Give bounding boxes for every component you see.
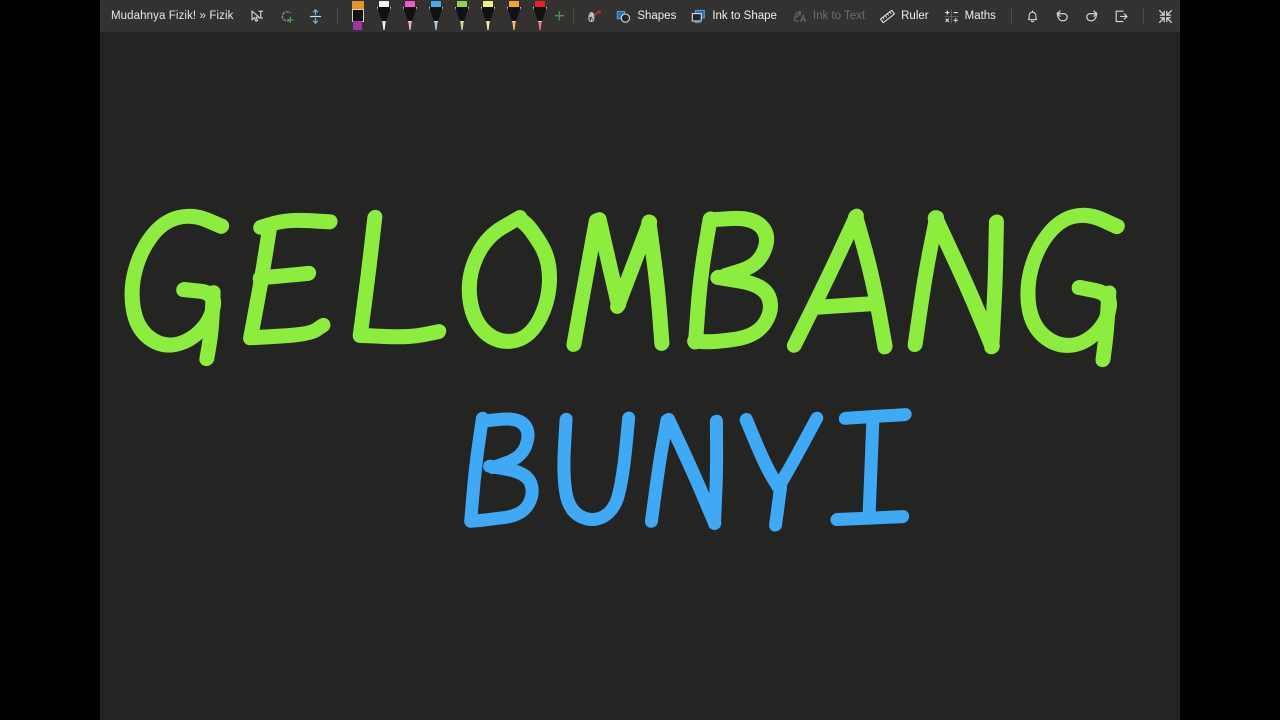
ink-segment — [464, 411, 489, 528]
pen-white[interactable] — [371, 0, 397, 32]
breadcrumb-title: Mudahnya Fizik! » Fizik — [111, 10, 234, 22]
ink-layer — [124, 207, 1125, 532]
ink-stroke-bunyi — [464, 408, 912, 532]
ink-segment — [786, 208, 864, 353]
ink-to-text-button[interactable]: Ink to Text — [785, 3, 873, 29]
ink-segment — [566, 213, 604, 352]
toolbar-separator — [337, 7, 338, 25]
pen-orange-glyph — [506, 1, 522, 31]
maths-button-label: Maths — [964, 10, 996, 22]
pen-red-glyph — [532, 1, 548, 31]
undo-arrow-icon — [1053, 7, 1071, 25]
ink-segment — [830, 510, 910, 526]
ink-segment — [811, 296, 881, 315]
ink-to-shape-icon — [690, 8, 707, 25]
shapes-icon — [615, 8, 632, 25]
collapse-arrows-icon — [1157, 8, 1174, 25]
ink-to-shape-button[interactable]: Ink to Shape — [684, 3, 785, 29]
cursor-text-select-icon — [249, 8, 266, 25]
notifications-button[interactable] — [1018, 3, 1047, 29]
pen-green[interactable] — [449, 0, 475, 32]
pen-pink-glyph — [402, 1, 418, 31]
note-canvas[interactable] — [100, 32, 1180, 720]
ink-stroke-gelombang — [124, 207, 1125, 368]
pen-blue-glyph — [428, 1, 444, 31]
pen-blue[interactable] — [423, 0, 449, 32]
pen-yellow-glyph — [480, 1, 496, 31]
ink-segment — [199, 285, 221, 367]
ink-segment — [461, 210, 558, 349]
pen-orange[interactable] — [501, 0, 527, 32]
share-button[interactable] — [1107, 3, 1136, 29]
ink-segment — [769, 481, 788, 532]
ink-to-shape-button-label: Ink to Shape — [712, 10, 777, 22]
highlighter-purple-glyph — [350, 1, 366, 31]
pen-red[interactable] — [527, 0, 553, 32]
ink-segment — [688, 211, 718, 350]
ink-segment — [772, 411, 824, 493]
shapes-button[interactable]: Shapes — [609, 3, 684, 29]
ink-segment — [352, 209, 383, 343]
pen-green-glyph — [454, 1, 470, 31]
ink-segment — [246, 317, 331, 346]
collapse-ribbon-button[interactable] — [1151, 3, 1180, 29]
draw-ribbon-toolbar: Mudahnya Fizik! » Fizik + Shapes Ink to … — [100, 0, 1180, 32]
redo-button[interactable] — [1077, 3, 1107, 29]
pen-white-glyph — [376, 1, 392, 31]
maths-button[interactable]: Maths — [937, 3, 1004, 29]
pen-gallery — [345, 0, 553, 32]
toolbar-separator-3 — [1010, 7, 1012, 25]
ink-segment — [707, 414, 724, 530]
toolbar-separator-4 — [1143, 7, 1144, 25]
ink-segment — [644, 413, 674, 528]
ink-segment — [907, 210, 945, 352]
letterbox-right — [1180, 0, 1280, 720]
ink-to-text-icon — [791, 8, 808, 25]
pen-pink[interactable] — [397, 0, 423, 32]
lasso-add-icon — [278, 8, 295, 25]
ink-to-text-button-label: Ink to Text — [812, 10, 866, 22]
ruler-button[interactable]: Ruler — [873, 3, 936, 29]
ruler-icon — [879, 8, 896, 25]
ink-segment — [862, 411, 880, 523]
redo-arrow-icon — [1083, 7, 1101, 25]
ink-segment — [557, 411, 636, 526]
screen-root: Mudahnya Fizik! » Fizik + Shapes Ink to … — [0, 0, 1280, 720]
bell-icon — [1024, 8, 1041, 25]
letterbox-left — [0, 0, 100, 720]
highlighter-purple[interactable] — [345, 0, 371, 32]
ink-replay-icon — [586, 8, 603, 25]
lasso-select-tool[interactable] — [272, 3, 301, 29]
ink-segment — [641, 214, 670, 351]
ink-segment — [703, 210, 775, 283]
ink-segment — [984, 214, 1004, 355]
ink-segment — [352, 324, 447, 345]
replay-ink-button[interactable] — [580, 3, 609, 29]
select-object-tool[interactable] — [243, 3, 272, 29]
selection-tool-group — [243, 0, 330, 32]
add-pen-button[interactable]: + — [553, 0, 566, 32]
insert-space-tool[interactable] — [301, 3, 330, 29]
ink-segment — [739, 413, 786, 495]
ink-segment — [848, 209, 893, 355]
toolbar-separator-2 — [572, 7, 574, 25]
insert-space-arrows-icon — [307, 8, 324, 25]
undo-button[interactable] — [1047, 3, 1077, 29]
shapes-button-label: Shapes — [637, 10, 677, 22]
ink-segment — [1095, 285, 1117, 368]
maths-icon — [943, 8, 960, 25]
ruler-button-label: Ruler — [901, 10, 929, 22]
onenote-app-window: Mudahnya Fizik! » Fizik + Shapes Ink to … — [100, 0, 1180, 720]
ink-segment — [252, 265, 317, 286]
share-export-icon — [1113, 8, 1130, 25]
pen-yellow[interactable] — [475, 0, 501, 32]
